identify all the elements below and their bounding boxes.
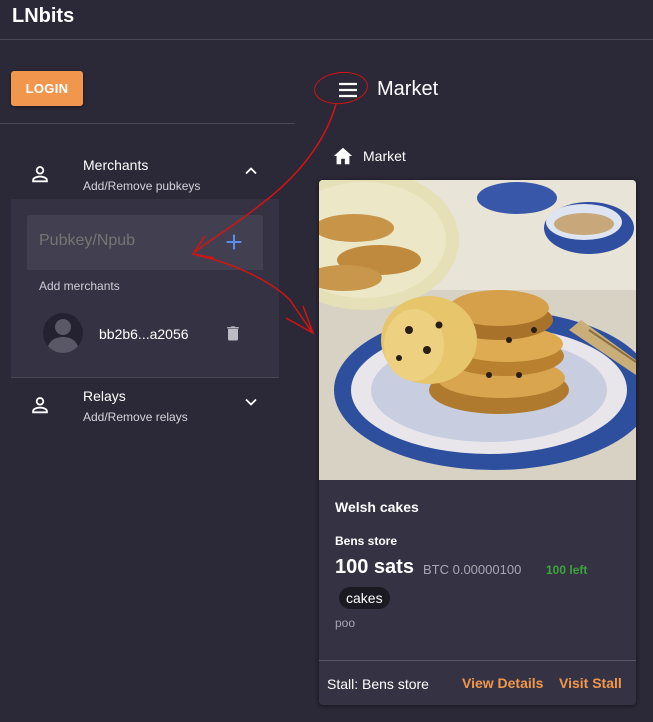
price-btc: BTC 0.00000100: [423, 562, 522, 577]
breadcrumb-label: Market: [363, 148, 406, 164]
stall-name: Bens store: [335, 534, 398, 548]
pubkey-input[interactable]: [39, 232, 219, 250]
price-sats: 100 sats: [335, 556, 414, 578]
visit-stall-button[interactable]: Visit Stall: [559, 675, 622, 691]
sidebar-divider: [0, 123, 295, 124]
annotation-arrowhead: [285, 305, 315, 335]
person-icon: [32, 166, 48, 183]
relays-subtitle: Add/Remove relays: [83, 410, 188, 424]
avatar: [43, 313, 83, 353]
person-icon: [32, 397, 48, 414]
view-details-button[interactable]: View Details: [462, 675, 543, 691]
tag-chip[interactable]: cakes: [339, 587, 390, 609]
add-merchants-hint: Add merchants: [39, 279, 120, 293]
chevron-up-icon[interactable]: [241, 161, 261, 181]
merchant-pubkey: bb2b6...a2056: [99, 326, 189, 342]
plus-icon[interactable]: [223, 231, 245, 253]
pubkey-field[interactable]: [27, 215, 263, 270]
merchant-list-item: bb2b6...a2056: [27, 305, 263, 361]
product-description: poo: [335, 616, 356, 630]
chevron-down-icon[interactable]: [241, 392, 261, 412]
app-brand[interactable]: LNbits: [12, 5, 74, 28]
card-divider: [319, 660, 636, 661]
page-title: Market: [377, 78, 439, 100]
card-stall-label: Stall: Bens store: [327, 676, 429, 692]
trash-icon[interactable]: [223, 323, 243, 343]
merchants-title: Merchants: [83, 157, 149, 173]
avatar-placeholder-icon: [47, 319, 79, 353]
relays-title: Relays: [83, 388, 126, 404]
market-header: Market: [336, 78, 636, 102]
home-icon: [333, 147, 353, 165]
merchants-expansion-header[interactable]: Merchants Add/Remove pubkeys: [11, 149, 279, 199]
product-card: Welsh cakes Bens store 100 sats BTC 0.00…: [319, 180, 636, 705]
product-image[interactable]: [319, 180, 636, 480]
product-name: Welsh cakes: [335, 499, 419, 515]
relays-expansion-header[interactable]: Relays Add/Remove relays: [11, 380, 279, 430]
stock-badge: 100 left: [546, 563, 588, 577]
login-button[interactable]: LOGIN: [11, 71, 83, 106]
top-bar: LNbits: [0, 0, 653, 40]
merchants-subtitle: Add/Remove pubkeys: [83, 179, 201, 193]
merchants-panel: Add merchants bb2b6...a2056: [11, 199, 279, 378]
